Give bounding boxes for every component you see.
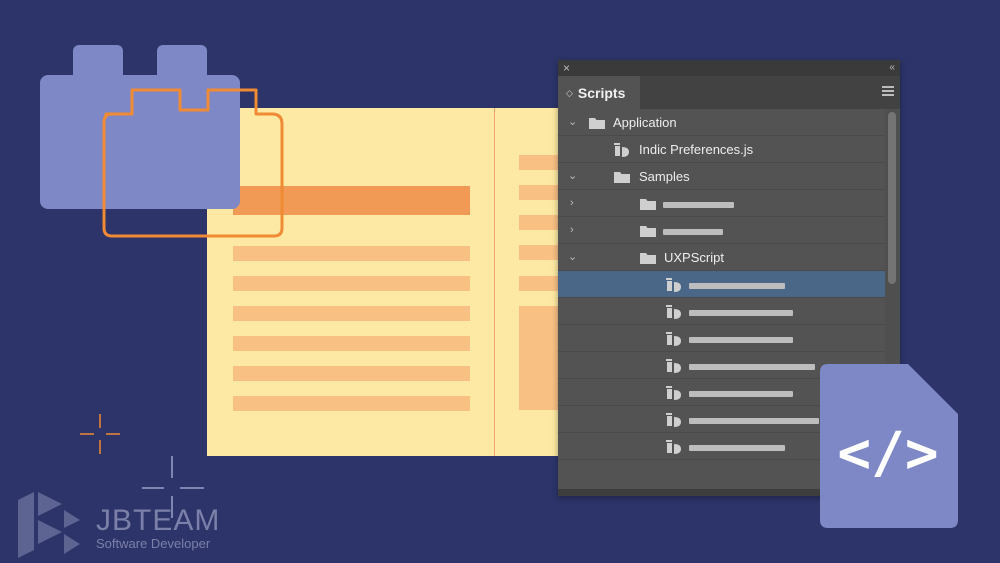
block-knob [157,45,207,79]
tree-row-folder[interactable]: › [558,217,885,244]
text-bar [519,185,559,200]
tab-scripts[interactable]: ◇ Scripts [558,76,640,109]
redacted-label [689,337,793,343]
code-file-icon: </> [820,364,958,528]
text-bar [233,336,470,351]
text-bar [519,155,559,170]
block-knob [73,45,123,79]
script-icon [666,386,681,400]
script-icon [666,440,681,454]
text-bar [233,366,470,381]
sort-arrows-icon: ◇ [566,87,573,98]
script-icon [666,305,681,319]
chevron-down-icon[interactable]: ⌄ [568,163,577,190]
text-bar [519,245,559,260]
redacted-label [663,202,734,208]
script-icon [666,413,681,427]
panel-menu-icon[interactable] [882,86,894,96]
puzzle-outline-icon [102,88,284,238]
panel-tabbar: ◇ Scripts [558,76,900,109]
chevron-down-icon[interactable]: ⌄ [568,109,577,136]
tree-row-application[interactable]: ⌄ Application [558,109,885,136]
text-bar [233,306,470,321]
redacted-label [689,283,785,289]
folder-icon [640,226,656,237]
collapse-panel-icon[interactable]: ‹‹ [889,61,895,75]
code-symbol: </> [837,421,938,486]
redacted-label [689,310,793,316]
text-bar [519,276,559,291]
redacted-label [689,391,793,397]
tree-row-folder[interactable]: › [558,190,885,217]
tree-row-script[interactable]: Indic Preferences.js [558,136,885,163]
folder-icon [640,199,656,210]
image-placeholder [519,306,559,410]
close-icon[interactable]: × [563,61,570,75]
crosshair-icon [80,414,120,454]
text-bar [233,276,470,291]
logo-tagline: Software Developer [96,536,211,551]
jbteam-logo-icon [18,492,80,558]
text-bar [233,246,470,261]
folder-icon [589,118,605,129]
tree-label: Application [613,115,677,130]
script-icon [666,278,681,292]
scrollbar-thumb[interactable] [888,112,896,284]
folder-icon [640,253,656,264]
panel-titlebar: × ‹‹ [558,60,900,76]
uxp-script-item[interactable] [558,325,885,352]
redacted-label [689,418,819,424]
tree-label: Samples [639,169,690,184]
redacted-label [663,229,723,235]
tree-label: Indic Preferences.js [639,142,754,157]
tree-row-uxpscript[interactable]: ⌄ UXPScript [558,244,885,271]
uxp-script-item[interactable] [558,298,885,325]
tree-label: UXPScript [664,250,724,265]
script-icon [666,332,681,346]
tab-scripts-label: Scripts [577,84,626,101]
redacted-label [689,364,815,370]
script-icon [614,143,629,157]
folder-icon [614,172,630,183]
text-bar [233,396,470,411]
text-bar [519,215,559,230]
chevron-right-icon[interactable]: › [570,217,574,244]
chevron-right-icon[interactable]: › [570,190,574,217]
redacted-label [689,445,785,451]
tree-row-samples[interactable]: ⌄ Samples [558,163,885,190]
logo-name: JBTEAM [96,504,221,537]
script-icon [666,359,681,373]
chevron-down-icon[interactable]: ⌄ [568,244,577,271]
page-spine [494,108,495,456]
uxp-script-item-1[interactable] [558,271,885,298]
